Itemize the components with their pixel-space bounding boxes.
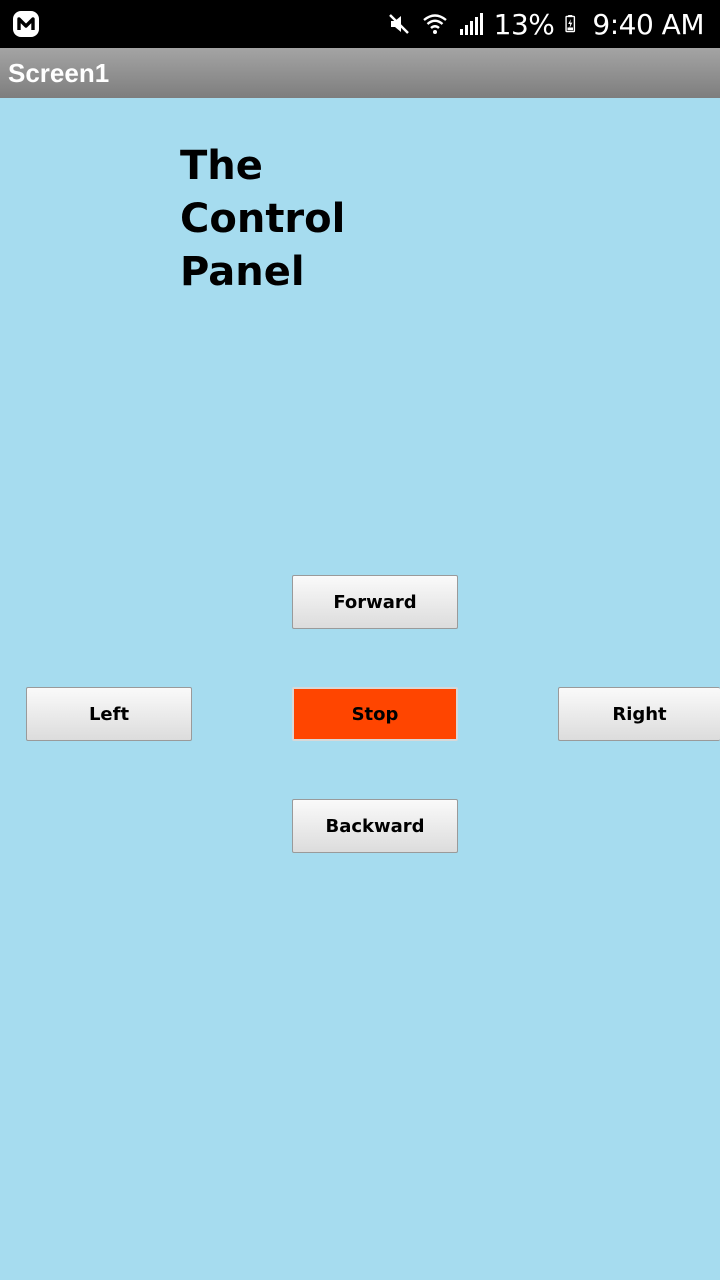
mute-icon — [388, 14, 409, 34]
page-title: The Control Panel — [180, 143, 346, 295]
battery-percent: 13% — [493, 7, 555, 41]
signal-icon — [459, 13, 483, 35]
app-bar: Screen1 — [0, 48, 720, 98]
status-right-group: 13% 9:40 AM — [386, 0, 704, 48]
left-button[interactable]: Left — [26, 687, 192, 741]
status-bar: 13% 9:40 AM — [0, 0, 720, 48]
stop-button[interactable]: Stop — [292, 687, 458, 741]
clock: 9:40 AM — [592, 7, 704, 41]
app-notification-icon — [13, 11, 39, 37]
right-button[interactable]: Right — [558, 687, 720, 741]
forward-button[interactable]: Forward — [292, 575, 458, 629]
wifi-icon — [422, 14, 447, 34]
battery-icon — [565, 15, 576, 33]
app-title: Screen1 — [8, 58, 110, 88]
backward-button[interactable]: Backward — [292, 799, 458, 853]
